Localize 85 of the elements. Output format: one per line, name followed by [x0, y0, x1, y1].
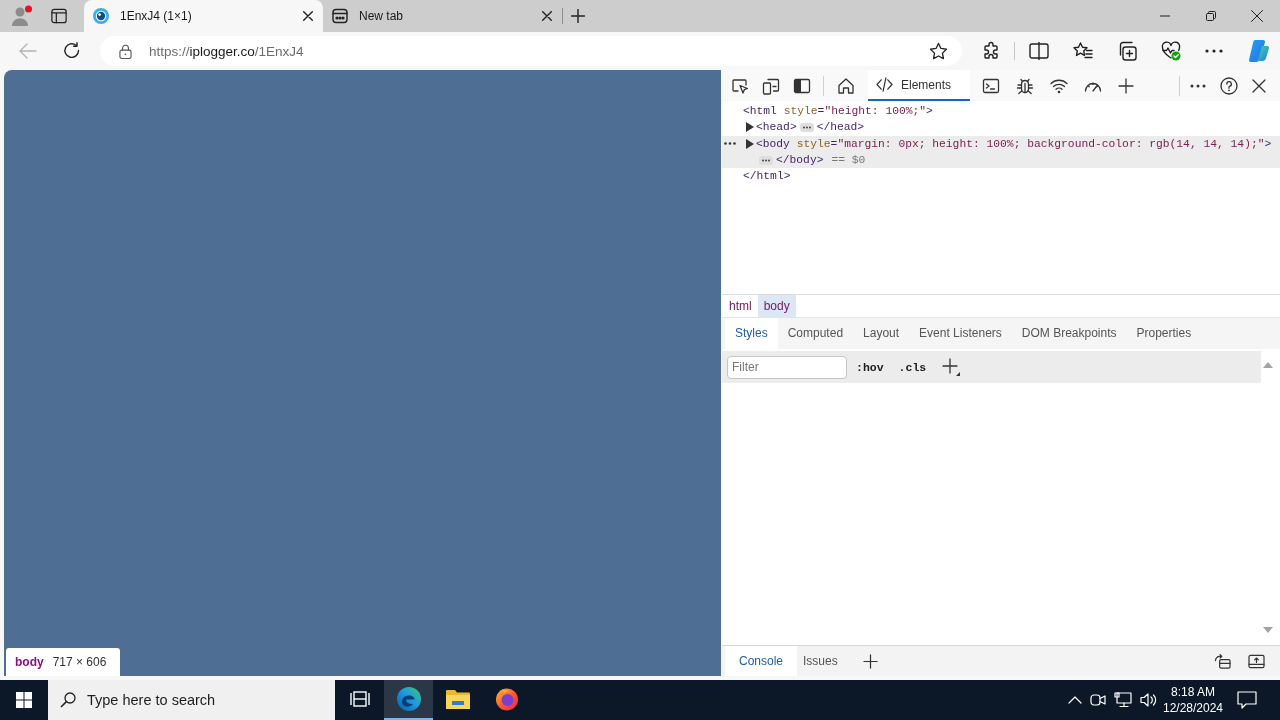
styles-pane-tab[interactable]: Styles [725, 318, 778, 349]
dom-open-tag: <body style="margin: 0px; height: 100%; background-color: rgb(14, 14, 14);"> [756, 135, 1272, 152]
taskbar-search-field[interactable]: Type here to search [48, 680, 335, 720]
split-screen-icon[interactable] [1029, 42, 1049, 60]
restore-icon[interactable] [1206, 11, 1216, 21]
wifi-icon[interactable] [1050, 77, 1068, 94]
ellipsis-icon[interactable] [759, 155, 773, 165]
taskbar-app-button[interactable] [384, 680, 433, 720]
star-icon[interactable] [929, 41, 948, 61]
home-icon[interactable] [837, 76, 855, 95]
dom-close-tag: </body> [776, 151, 824, 169]
styles-pane-tab[interactable]: DOM Breakpoints [1011, 318, 1127, 349]
swirl-logo-icon [396, 687, 421, 711]
heart-pulse-icon[interactable] [1161, 41, 1181, 61]
chevron-up-icon[interactable] [1068, 696, 1082, 704]
notification-icon[interactable] [1237, 691, 1257, 709]
puzzle-icon[interactable] [981, 41, 1001, 61]
address-bar[interactable]: https://iplogger.co/1EnxJ4 [100, 36, 962, 66]
folder-icon [445, 689, 470, 709]
help-icon[interactable] [1220, 76, 1238, 95]
plus-icon[interactable] [862, 653, 878, 669]
bug-icon[interactable] [1016, 76, 1034, 95]
expand-arrow-icon[interactable] [746, 138, 754, 149]
styles-toggle-button[interactable]: .cls [898, 360, 927, 374]
browser-tab[interactable]: 1EnxJ4 (1×1) [84, 0, 323, 32]
windows-logo-icon[interactable] [16, 692, 32, 708]
close-icon[interactable] [303, 11, 313, 21]
dock-panel-icon[interactable] [1248, 653, 1265, 669]
plus-icon[interactable] [942, 358, 961, 376]
collections-icon[interactable] [1117, 41, 1137, 61]
tab-page-icon [332, 8, 348, 24]
inspect-icon[interactable] [731, 76, 749, 95]
dom-open-tag: <head> [756, 119, 797, 136]
plus-icon[interactable] [571, 9, 585, 23]
slanted-logo-icon[interactable] [1247, 39, 1271, 63]
profile-icon[interactable] [11, 5, 33, 27]
tab-actions-icon[interactable] [51, 8, 67, 24]
styles-pane-tab[interactable]: Event Listeners [909, 318, 1012, 349]
close-icon[interactable] [1251, 10, 1263, 22]
dom-tree-row[interactable]: </html> [722, 168, 1280, 185]
filter-field[interactable]: Filter [727, 355, 847, 379]
elements-tab[interactable]: Elements [868, 70, 970, 101]
search-icon [60, 692, 76, 708]
close-icon[interactable] [542, 11, 552, 21]
ellipsis-icon[interactable] [799, 122, 814, 132]
dom-tree-row[interactable]: <html style="height: 100%;"> [722, 103, 1280, 120]
task-view-icon [349, 690, 370, 708]
selected-node-reference: == $0 [831, 152, 866, 168]
tooltip-size: 717 × 606 [52, 655, 107, 669]
camera-icon[interactable] [1090, 692, 1106, 708]
drawer-tab[interactable]: Console [725, 646, 798, 676]
dom-open-tag: <html style="height: 100%;"> [743, 103, 933, 120]
more-icon[interactable] [1205, 49, 1223, 53]
device-toggle-icon[interactable] [762, 76, 780, 95]
tooltip-tag-name: body [15, 655, 44, 669]
more-icon[interactable] [724, 142, 736, 146]
refresh-icon[interactable] [63, 42, 81, 60]
network-icon[interactable] [1114, 692, 1132, 708]
favorites-icon[interactable] [1073, 41, 1093, 61]
close-icon[interactable] [1252, 78, 1266, 93]
volume-icon[interactable] [1140, 692, 1158, 708]
eye-icon [93, 8, 109, 24]
more-icon[interactable] [1190, 83, 1206, 88]
sidebar-toggle-icon[interactable] [793, 76, 811, 95]
breadcrumb-item[interactable]: body [757, 295, 796, 317]
clock-date[interactable]: 12/28/2024 [1162, 700, 1224, 716]
styles-pane-tab[interactable]: Computed [777, 318, 854, 349]
lock-icon [119, 43, 132, 59]
browser-tab[interactable]: New tab [323, 0, 562, 32]
plus-icon[interactable] [1118, 77, 1134, 94]
styles-pane-tab[interactable]: Properties [1126, 318, 1202, 349]
styles-pane-tab[interactable]: Layout [853, 318, 910, 349]
dom-close-tag: </head> [816, 119, 865, 136]
orb-logo-icon [494, 687, 519, 711]
expand-arrow-icon[interactable] [746, 122, 754, 133]
clock-time[interactable]: 8:18 AM [1171, 684, 1215, 700]
breadcrumb-item[interactable]: html [723, 295, 758, 317]
panel-swap-icon[interactable] [1214, 653, 1231, 669]
styles-toggle-button[interactable]: :hov [856, 360, 884, 374]
dom-close-tag: </html> [743, 168, 791, 185]
code-icon [876, 77, 893, 92]
drawer-tab[interactable]: Issues [797, 646, 846, 676]
dom-tree-row[interactable]: <head> </head> [722, 119, 1280, 136]
dom-tree-row[interactable]: <body style="margin: 0px; height: 100%; background-color: rgb(14, 14, 14);"> </body> == $0 [722, 135, 1280, 169]
console-icon[interactable] [982, 76, 1000, 95]
